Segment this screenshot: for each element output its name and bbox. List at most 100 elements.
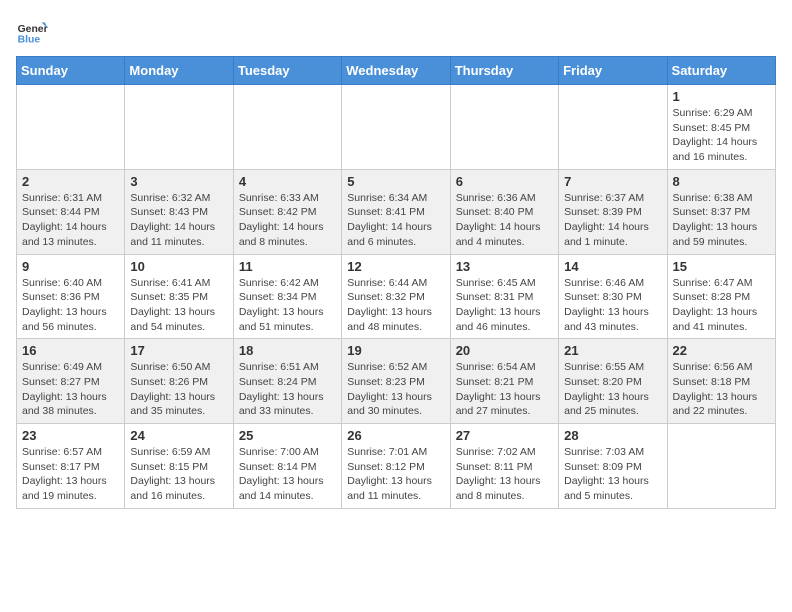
day-number: 24 bbox=[130, 428, 227, 443]
day-number: 19 bbox=[347, 343, 444, 358]
day-number: 12 bbox=[347, 259, 444, 274]
day-number: 5 bbox=[347, 174, 444, 189]
day-info: Sunrise: 6:41 AM Sunset: 8:35 PM Dayligh… bbox=[130, 276, 227, 335]
calendar-cell bbox=[342, 85, 450, 170]
calendar-cell: 7 Sunrise: 6:37 AM Sunset: 8:39 PM Daylig… bbox=[559, 169, 667, 254]
calendar-cell: 4Sunrise: 6:33 AM Sunset: 8:42 PM Daylig… bbox=[233, 169, 341, 254]
day-info: Sunrise: 6:42 AM Sunset: 8:34 PM Dayligh… bbox=[239, 276, 336, 335]
day-info: Sunrise: 7:03 AM Sunset: 8:09 PM Dayligh… bbox=[564, 445, 661, 504]
day-info: Sunrise: 6:45 AM Sunset: 8:31 PM Dayligh… bbox=[456, 276, 553, 335]
calendar-cell: 10 Sunrise: 6:41 AM Sunset: 8:35 PM Dayli… bbox=[125, 254, 233, 339]
day-number: 16 bbox=[22, 343, 119, 358]
day-info: Sunrise: 6:57 AM Sunset: 8:17 PM Dayligh… bbox=[22, 445, 119, 504]
day-info: Sunrise: 6:55 AM Sunset: 8:20 PM Dayligh… bbox=[564, 360, 661, 419]
day-number: 6 bbox=[456, 174, 553, 189]
calendar-cell: 14 Sunrise: 6:46 AM Sunset: 8:30 PM Dayli… bbox=[559, 254, 667, 339]
day-number: 23 bbox=[22, 428, 119, 443]
day-number: 9 bbox=[22, 259, 119, 274]
day-number: 15 bbox=[673, 259, 770, 274]
calendar-cell: 25 Sunrise: 7:00 AM Sunset: 8:14 PM Dayli… bbox=[233, 424, 341, 509]
calendar-header-row: SundayMondayTuesdayWednesdayThursdayFrid… bbox=[17, 57, 776, 85]
calendar-cell: 22 Sunrise: 6:56 AM Sunset: 8:18 PM Dayli… bbox=[667, 339, 775, 424]
calendar-week-row: 16 Sunrise: 6:49 AM Sunset: 8:27 PM Dayli… bbox=[17, 339, 776, 424]
page-header: General Blue bbox=[16, 16, 776, 48]
svg-text:General: General bbox=[18, 24, 48, 35]
calendar-cell: 15 Sunrise: 6:47 AM Sunset: 8:28 PM Dayli… bbox=[667, 254, 775, 339]
calendar-week-row: 23 Sunrise: 6:57 AM Sunset: 8:17 PM Dayli… bbox=[17, 424, 776, 509]
calendar-cell: 13 Sunrise: 6:45 AM Sunset: 8:31 PM Dayli… bbox=[450, 254, 558, 339]
day-info: Sunrise: 6:40 AM Sunset: 8:36 PM Dayligh… bbox=[22, 276, 119, 335]
calendar-week-row: 1 Sunrise: 6:29 AM Sunset: 8:45 PM Daylig… bbox=[17, 85, 776, 170]
calendar-cell: 12 Sunrise: 6:44 AM Sunset: 8:32 PM Dayli… bbox=[342, 254, 450, 339]
day-number: 1 bbox=[673, 89, 770, 104]
calendar-cell: 21Sunrise: 6:55 AM Sunset: 8:20 PM Dayli… bbox=[559, 339, 667, 424]
calendar-cell: 16 Sunrise: 6:49 AM Sunset: 8:27 PM Dayli… bbox=[17, 339, 125, 424]
calendar-cell: 23 Sunrise: 6:57 AM Sunset: 8:17 PM Dayli… bbox=[17, 424, 125, 509]
day-info: Sunrise: 6:32 AM Sunset: 8:43 PM Dayligh… bbox=[130, 191, 227, 250]
day-info: Sunrise: 6:51 AM Sunset: 8:24 PM Dayligh… bbox=[239, 360, 336, 419]
day-of-week-header: Wednesday bbox=[342, 57, 450, 85]
calendar-cell bbox=[667, 424, 775, 509]
day-info: Sunrise: 6:46 AM Sunset: 8:30 PM Dayligh… bbox=[564, 276, 661, 335]
day-info: Sunrise: 6:34 AM Sunset: 8:41 PM Dayligh… bbox=[347, 191, 444, 250]
calendar-cell: 1 Sunrise: 6:29 AM Sunset: 8:45 PM Daylig… bbox=[667, 85, 775, 170]
day-number: 22 bbox=[673, 343, 770, 358]
day-number: 27 bbox=[456, 428, 553, 443]
calendar-week-row: 2Sunrise: 6:31 AM Sunset: 8:44 PM Daylig… bbox=[17, 169, 776, 254]
day-number: 26 bbox=[347, 428, 444, 443]
day-info: Sunrise: 6:29 AM Sunset: 8:45 PM Dayligh… bbox=[673, 106, 770, 165]
day-number: 3 bbox=[130, 174, 227, 189]
day-number: 14 bbox=[564, 259, 661, 274]
calendar-cell bbox=[450, 85, 558, 170]
day-info: Sunrise: 6:54 AM Sunset: 8:21 PM Dayligh… bbox=[456, 360, 553, 419]
day-info: Sunrise: 6:44 AM Sunset: 8:32 PM Dayligh… bbox=[347, 276, 444, 335]
calendar-cell: 6 Sunrise: 6:36 AM Sunset: 8:40 PM Daylig… bbox=[450, 169, 558, 254]
calendar-cell: 8Sunrise: 6:38 AM Sunset: 8:37 PM Daylig… bbox=[667, 169, 775, 254]
calendar-cell: 17Sunrise: 6:50 AM Sunset: 8:26 PM Dayli… bbox=[125, 339, 233, 424]
day-info: Sunrise: 6:56 AM Sunset: 8:18 PM Dayligh… bbox=[673, 360, 770, 419]
calendar-cell: 5 Sunrise: 6:34 AM Sunset: 8:41 PM Daylig… bbox=[342, 169, 450, 254]
logo-icon: General Blue bbox=[16, 16, 48, 48]
calendar-cell: 27 Sunrise: 7:02 AM Sunset: 8:11 PM Dayli… bbox=[450, 424, 558, 509]
day-of-week-header: Saturday bbox=[667, 57, 775, 85]
day-of-week-header: Thursday bbox=[450, 57, 558, 85]
day-number: 2 bbox=[22, 174, 119, 189]
day-of-week-header: Sunday bbox=[17, 57, 125, 85]
day-number: 20 bbox=[456, 343, 553, 358]
calendar-week-row: 9 Sunrise: 6:40 AM Sunset: 8:36 PM Daylig… bbox=[17, 254, 776, 339]
day-info: Sunrise: 6:37 AM Sunset: 8:39 PM Dayligh… bbox=[564, 191, 661, 250]
day-info: Sunrise: 6:47 AM Sunset: 8:28 PM Dayligh… bbox=[673, 276, 770, 335]
logo: General Blue bbox=[16, 16, 52, 48]
calendar-cell: 19 Sunrise: 6:52 AM Sunset: 8:23 PM Dayli… bbox=[342, 339, 450, 424]
calendar-cell bbox=[233, 85, 341, 170]
day-number: 10 bbox=[130, 259, 227, 274]
day-of-week-header: Monday bbox=[125, 57, 233, 85]
day-number: 25 bbox=[239, 428, 336, 443]
day-info: Sunrise: 6:52 AM Sunset: 8:23 PM Dayligh… bbox=[347, 360, 444, 419]
day-number: 8 bbox=[673, 174, 770, 189]
calendar-cell: 9 Sunrise: 6:40 AM Sunset: 8:36 PM Daylig… bbox=[17, 254, 125, 339]
calendar-cell: 24 Sunrise: 6:59 AM Sunset: 8:15 PM Dayli… bbox=[125, 424, 233, 509]
calendar-cell: 3 Sunrise: 6:32 AM Sunset: 8:43 PM Daylig… bbox=[125, 169, 233, 254]
day-info: Sunrise: 7:02 AM Sunset: 8:11 PM Dayligh… bbox=[456, 445, 553, 504]
svg-text:Blue: Blue bbox=[18, 34, 41, 45]
day-info: Sunrise: 6:36 AM Sunset: 8:40 PM Dayligh… bbox=[456, 191, 553, 250]
calendar-cell bbox=[559, 85, 667, 170]
day-number: 13 bbox=[456, 259, 553, 274]
day-info: Sunrise: 7:01 AM Sunset: 8:12 PM Dayligh… bbox=[347, 445, 444, 504]
calendar-cell: 28Sunrise: 7:03 AM Sunset: 8:09 PM Dayli… bbox=[559, 424, 667, 509]
day-number: 18 bbox=[239, 343, 336, 358]
day-of-week-header: Tuesday bbox=[233, 57, 341, 85]
calendar-cell: 20 Sunrise: 6:54 AM Sunset: 8:21 PM Dayli… bbox=[450, 339, 558, 424]
day-of-week-header: Friday bbox=[559, 57, 667, 85]
day-info: Sunrise: 6:50 AM Sunset: 8:26 PM Dayligh… bbox=[130, 360, 227, 419]
day-info: Sunrise: 7:00 AM Sunset: 8:14 PM Dayligh… bbox=[239, 445, 336, 504]
day-number: 7 bbox=[564, 174, 661, 189]
day-info: Sunrise: 6:59 AM Sunset: 8:15 PM Dayligh… bbox=[130, 445, 227, 504]
calendar-cell bbox=[17, 85, 125, 170]
calendar-cell bbox=[125, 85, 233, 170]
calendar-cell: 11Sunrise: 6:42 AM Sunset: 8:34 PM Dayli… bbox=[233, 254, 341, 339]
day-info: Sunrise: 6:49 AM Sunset: 8:27 PM Dayligh… bbox=[22, 360, 119, 419]
day-info: Sunrise: 6:33 AM Sunset: 8:42 PM Dayligh… bbox=[239, 191, 336, 250]
calendar-cell: 2Sunrise: 6:31 AM Sunset: 8:44 PM Daylig… bbox=[17, 169, 125, 254]
